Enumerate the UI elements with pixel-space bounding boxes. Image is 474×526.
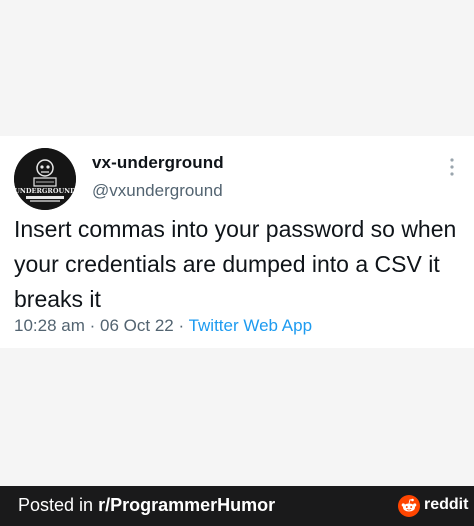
blank-bottom-area: [0, 348, 474, 486]
posted-in-prefix: Posted in: [18, 495, 99, 515]
tweet-card: UNDERGROUND vx-underground @vxundergroun…: [0, 136, 474, 348]
tweet-meta: 10:28 am · 06 Oct 22 · Twitter Web App: [14, 316, 312, 336]
tweet-source[interactable]: Twitter Web App: [189, 316, 312, 335]
display-name[interactable]: vx-underground: [92, 153, 224, 173]
posted-in-text: Posted in r/ProgrammerHumor: [18, 495, 275, 516]
more-options-icon[interactable]: [445, 156, 459, 178]
avatar[interactable]: UNDERGROUND: [14, 148, 76, 210]
user-handle[interactable]: @vxunderground: [92, 181, 223, 201]
avatar-image: UNDERGROUND: [14, 148, 76, 210]
footer-bar: Posted in r/ProgrammerHumor reddit: [0, 486, 474, 526]
avatar-text: UNDERGROUND: [14, 187, 76, 195]
tweet-text: Insert commas into your password so when…: [14, 216, 457, 312]
reddit-wordmark: reddit: [424, 496, 469, 513]
meta-separator: ·: [89, 316, 96, 335]
subreddit-link[interactable]: r/ProgrammerHumor: [98, 495, 275, 515]
reddit-logo-icon: [398, 495, 420, 517]
blank-top-area: [0, 0, 474, 136]
meta-separator: ·: [178, 316, 185, 335]
tweet-time[interactable]: 10:28 am: [14, 316, 85, 335]
tweet-date[interactable]: 06 Oct 22: [100, 316, 174, 335]
